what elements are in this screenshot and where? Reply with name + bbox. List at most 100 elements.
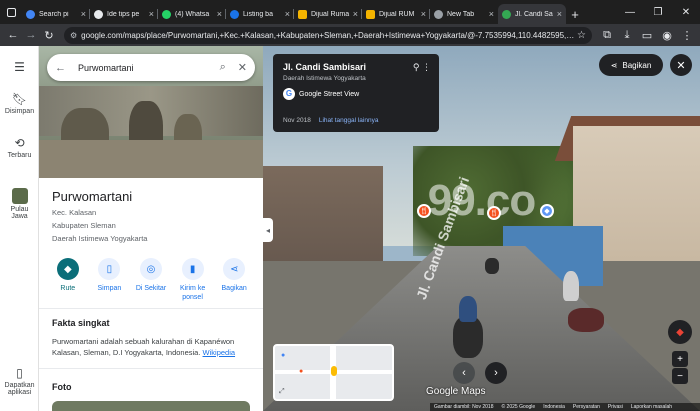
report-problem-link[interactable]: Laporkan masalah (631, 404, 672, 410)
share-streetview-button[interactable]: ⋖ Bagikan (599, 54, 663, 76)
browser-window: Search pi × Ide tips pe × (4) Whatsa × List… (0, 0, 700, 411)
rail-item-recent[interactable]: ⟲ Terbaru (0, 136, 39, 159)
close-streetview-button[interactable]: ✕ (670, 54, 692, 76)
divider (39, 368, 263, 369)
street-view[interactable]: Jl. Candi Sambisari 99.co 🍴︎ 🍴︎ ◆ Jl. Ca… (263, 46, 700, 411)
location-pin-icon[interactable]: ⚲ (413, 62, 420, 72)
browser-tab-active[interactable]: Jl. Candi Sa × (498, 4, 566, 24)
minus-icon: − (677, 370, 683, 382)
browser-tab[interactable]: Search pi × (22, 4, 90, 24)
download-icon[interactable]: ⤓ (618, 26, 636, 44)
tab-search-button[interactable] (0, 0, 22, 24)
wikipedia-link[interactable]: Wikipedia (203, 348, 236, 357)
menu-kebab-icon[interactable]: ⋮ (678, 26, 696, 44)
close-tab-icon[interactable]: × (81, 9, 86, 19)
rail-item-saved[interactable]: 🔖︎ Disimpan (0, 92, 39, 115)
save-button[interactable]: ▯ Simpan (90, 258, 128, 308)
close-tab-icon[interactable]: × (149, 9, 154, 19)
watermark-text: 99.co (427, 176, 537, 225)
maximize-icon[interactable]: ❐ (644, 7, 672, 18)
place-province: Daerah Istimewa Yogyakarta (52, 234, 148, 243)
zoom-out-button[interactable]: − (672, 368, 688, 384)
browser-tab[interactable]: Dijual RUM × (362, 4, 430, 24)
sv-rider (459, 296, 477, 322)
url-text[interactable]: google.com/maps/place/Purwomartani,+Kec.… (81, 31, 577, 40)
new-tab-button[interactable]: + (566, 4, 584, 24)
nearby-button[interactable]: ◎ Di Sekitar (132, 258, 170, 308)
previous-image-button[interactable]: ‹ (453, 362, 475, 384)
whatsapp-favicon-icon (162, 9, 171, 19)
rail-item-get-app[interactable]: ▯ Dapatkan aplikasi (0, 366, 39, 396)
directions-icon: ◆ (56, 258, 79, 280)
bookmark-icon: 🔖︎ (11, 92, 28, 106)
poi-pin-icon[interactable]: 🍴︎ (487, 206, 501, 220)
privacy-link[interactable]: Privasi (608, 404, 623, 410)
photo-thumbnail[interactable] (52, 401, 250, 411)
zoom-in-button[interactable]: + (672, 351, 688, 367)
nearby-icon: ◎ (139, 258, 162, 280)
extensions-icon[interactable]: ⧉ (598, 26, 616, 44)
forward-arrow-icon[interactable]: → (22, 26, 40, 44)
more-options-icon[interactable]: ⋮ (422, 62, 431, 72)
minimap[interactable]: ● ● ⤢ (273, 344, 394, 401)
compass-icon[interactable]: ◆ (668, 320, 692, 344)
google-maps-logo: Google Maps (426, 386, 486, 397)
terms-link[interactable]: Persyaratan (573, 404, 600, 410)
back-arrow-icon[interactable]: ← (55, 62, 66, 74)
close-icon: ✕ (676, 59, 686, 72)
expand-map-icon[interactable]: ⤢ (279, 388, 285, 396)
close-tab-icon[interactable]: × (557, 9, 562, 19)
map-poi-icon: ● (299, 368, 304, 375)
reload-icon[interactable]: ↻ (40, 26, 58, 44)
attribution-bar: Gambar diambil: Nov 2018 © 2025 Google I… (430, 403, 700, 411)
close-tab-icon[interactable]: × (489, 9, 494, 19)
browser-tab[interactable]: Dijual Ruma × (294, 4, 362, 24)
bookmark-star-icon[interactable]: ☆ (577, 30, 586, 41)
close-tab-icon[interactable]: × (421, 9, 426, 19)
rail-item-recent-place[interactable]: Pulau Jawa (0, 188, 39, 220)
send-to-phone-button[interactable]: ▮ Kirim ke ponsel (174, 258, 212, 308)
close-tab-icon[interactable]: × (217, 9, 222, 19)
profile-icon[interactable]: ◉ (658, 26, 676, 44)
site-settings-icon[interactable]: ⚙ (70, 31, 77, 40)
browser-tab[interactable]: Ide tips pe × (90, 4, 158, 24)
share-button[interactable]: ⋖ Bagikan (215, 258, 253, 308)
country-link[interactable]: Indonesia (543, 404, 565, 410)
poi-pin-icon[interactable]: 🍴︎ (417, 204, 431, 218)
side-panel-icon[interactable]: ▭ (638, 26, 656, 44)
place-thumbnail (11, 188, 28, 204)
site-favicon-icon (230, 9, 239, 19)
poi-pin-icon[interactable]: ◆ (540, 204, 554, 218)
maps-side-rail: ☰ 🔖︎ Disimpan ⟲ Terbaru Pulau Jawa ▯ Dapatk… (0, 46, 39, 411)
pegman-position-icon (331, 366, 337, 376)
browser-tab[interactable]: (4) Whatsa × (158, 4, 226, 24)
place-title: Purwomartani (52, 189, 133, 204)
address-bar[interactable]: ⚙ google.com/maps/place/Purwomartani,+Ke… (64, 26, 592, 44)
back-arrow-icon[interactable]: ← (4, 26, 22, 44)
share-icon: ⋖ (223, 258, 246, 280)
site-favicon-icon (298, 9, 307, 19)
search-input[interactable]: Purwomartani (78, 63, 220, 73)
more-dates-link[interactable]: Lihat tanggal lainnya (319, 117, 379, 124)
collapse-panel-button[interactable]: ◂ (263, 218, 273, 242)
history-icon: ⟲ (14, 136, 25, 150)
capture-date-row: Nov 2018 Lihat tanggal lainnya (283, 117, 379, 124)
place-actions: ◆ Rute ▯ Simpan ◎ Di Sekitar ▮ Kirim ke pons… (39, 258, 263, 308)
browser-tab[interactable]: New Tab × (430, 4, 498, 24)
menu-button[interactable]: ☰ (0, 60, 39, 76)
minimize-icon[interactable]: — (616, 7, 644, 18)
site-favicon-icon (94, 9, 103, 19)
close-icon[interactable]: ✕ (238, 61, 247, 74)
route-button[interactable]: ◆ Rute (49, 258, 87, 308)
window-close-icon[interactable]: ✕ (672, 7, 700, 18)
close-tab-icon[interactable]: × (285, 9, 290, 19)
next-image-button[interactable]: › (485, 362, 507, 384)
maps-search-box[interactable]: ← Purwomartani ⌕ ✕ (47, 54, 255, 81)
search-icon[interactable]: ⌕ (220, 61, 226, 74)
close-tab-icon[interactable]: × (353, 9, 358, 19)
mobile-phone-icon: ▯ (16, 366, 23, 380)
browser-tab[interactable]: Listing ba × (226, 4, 294, 24)
street-name: Jl. Candi Sambisari (283, 62, 367, 72)
sv-motorcycle (453, 316, 483, 358)
maps-favicon-icon (502, 9, 511, 19)
